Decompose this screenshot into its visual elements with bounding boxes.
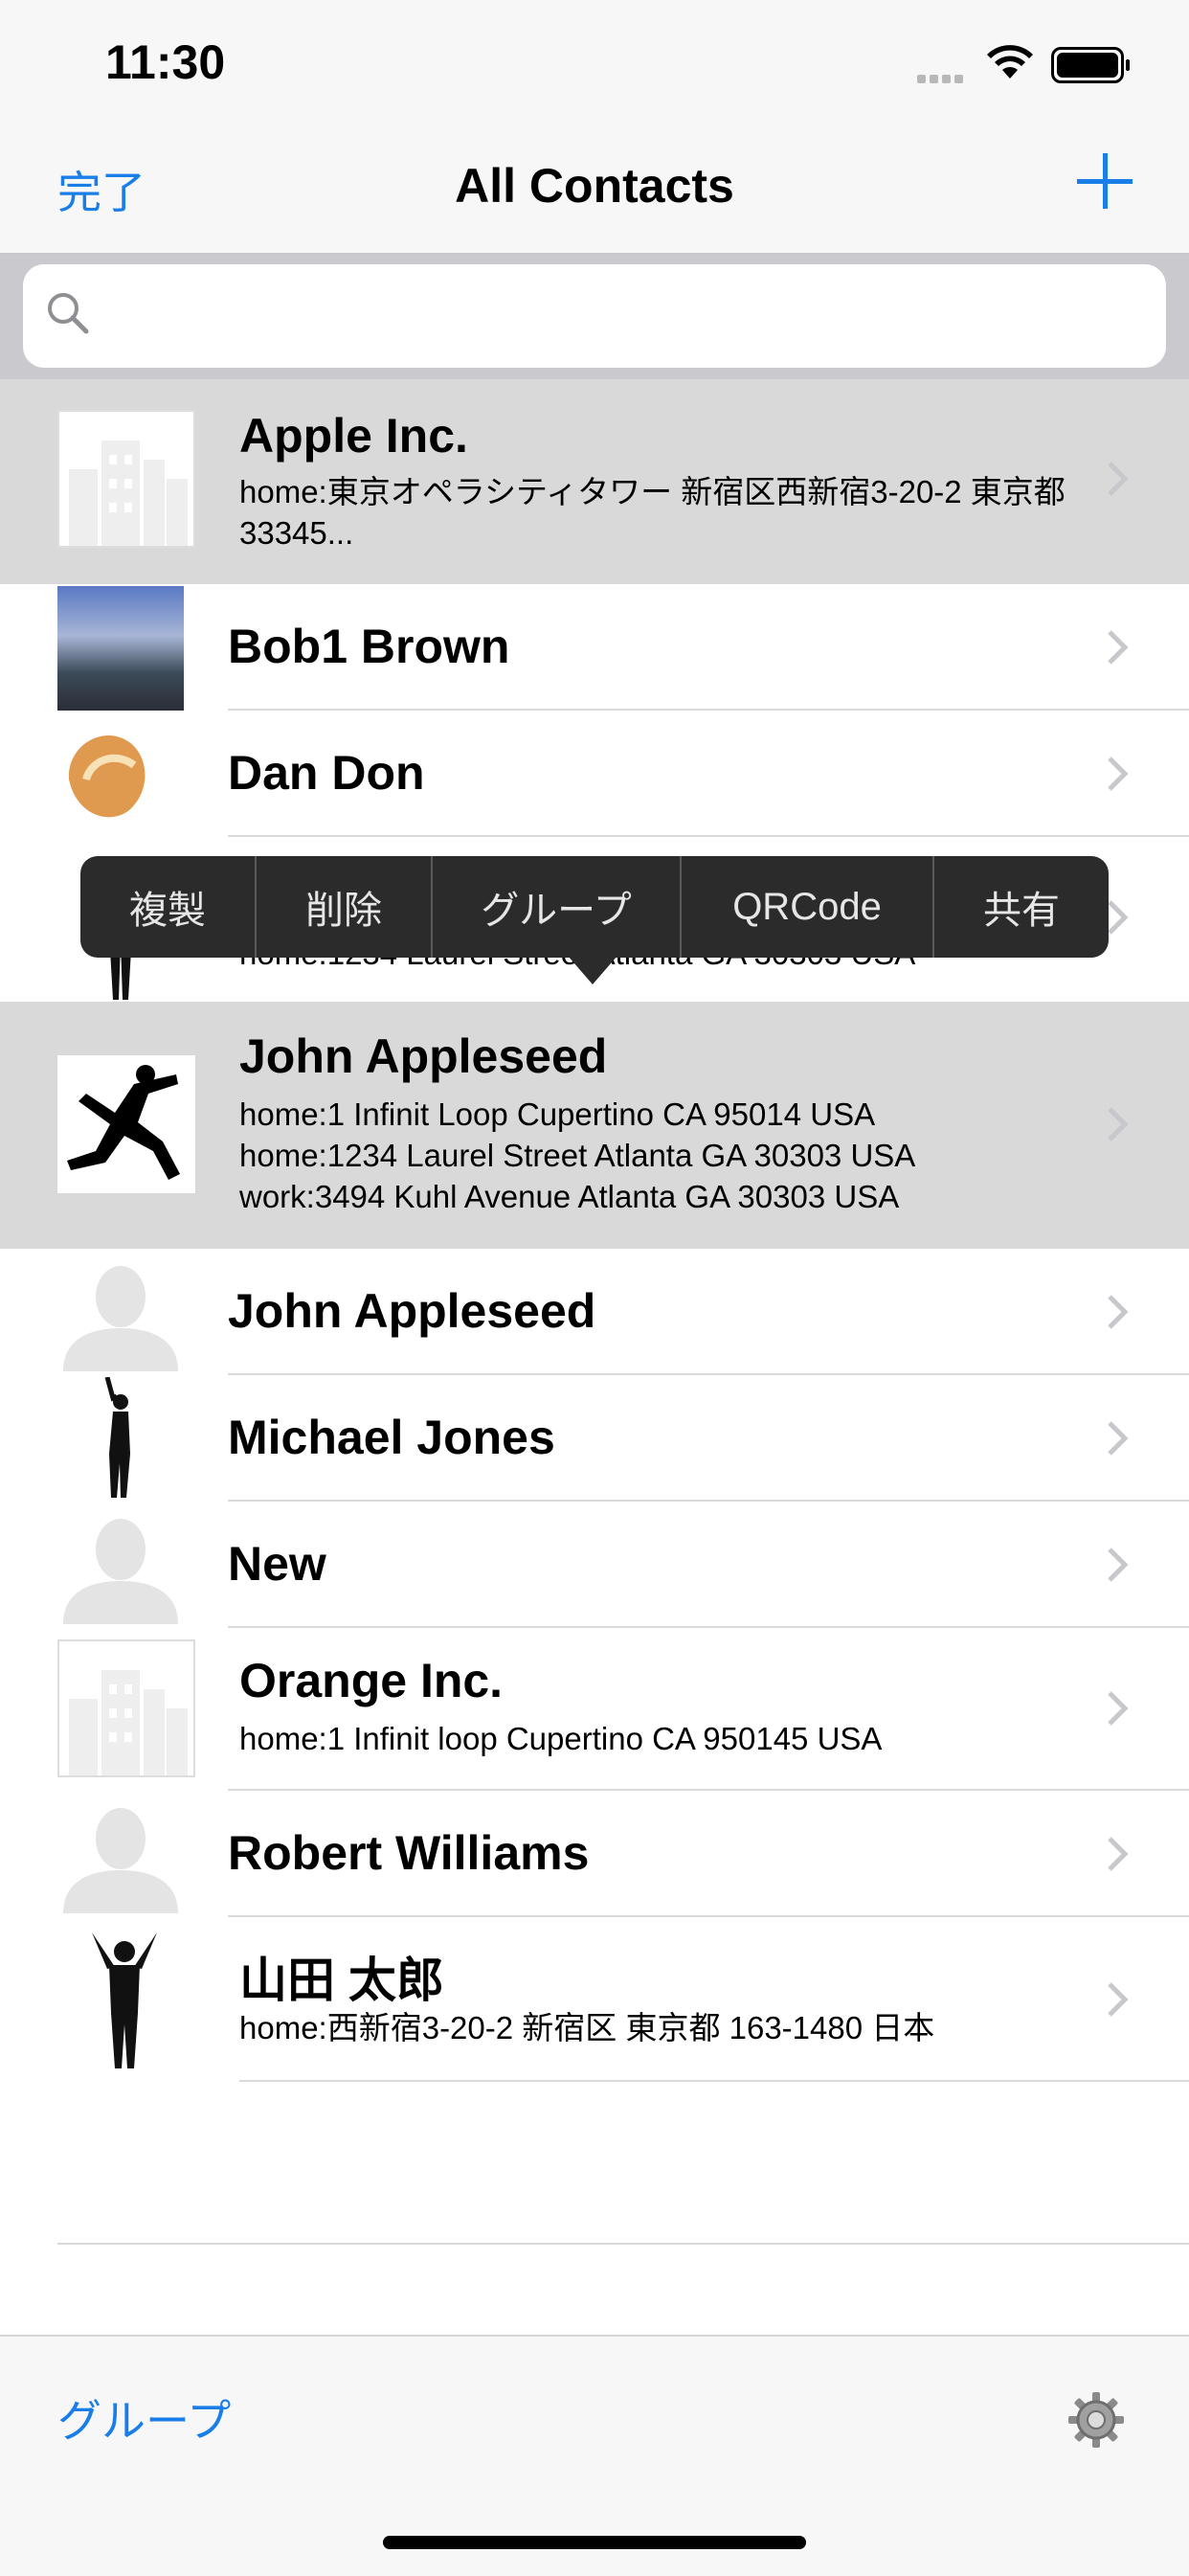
context-menu: 複製 削除 グループ QRCode 共有 bbox=[80, 856, 1109, 958]
chevron-right-icon bbox=[1108, 1982, 1129, 2017]
menu-item-group[interactable]: グループ bbox=[433, 856, 682, 958]
contact-name: John Appleseed bbox=[228, 1284, 596, 1338]
company-icon bbox=[57, 410, 195, 548]
contact-row[interactable]: John Appleseed bbox=[0, 1249, 1189, 1375]
contact-address: home:1 Infinit Loop Cupertino CA 95014 U… bbox=[239, 1096, 916, 1214]
contact-name: Apple Inc. bbox=[239, 409, 468, 463]
menu-item-duplicate[interactable]: 複製 bbox=[80, 856, 257, 958]
default-person-icon bbox=[63, 1519, 178, 1624]
contact-row[interactable]: Dan Don bbox=[0, 711, 1189, 837]
contact-name: John Appleseed bbox=[239, 1029, 608, 1083]
menu-item-share[interactable]: 共有 bbox=[934, 856, 1109, 958]
chevron-right-icon bbox=[1108, 630, 1129, 665]
menu-item-delete[interactable]: 削除 bbox=[257, 856, 433, 958]
search-icon bbox=[48, 293, 89, 334]
plus-icon[interactable] bbox=[1077, 153, 1133, 209]
chevron-right-icon bbox=[1108, 1295, 1129, 1329]
default-person-icon bbox=[63, 1808, 178, 1913]
contact-name: New bbox=[228, 1537, 326, 1591]
contact-name: Bob1 Brown bbox=[228, 620, 510, 673]
contact-name: 山田 太郎 bbox=[239, 1954, 444, 2007]
contact-name: Orange Inc. bbox=[239, 1654, 504, 1707]
contact-row[interactable]: Apple Inc. home:東京オペラシティタワー 新宿区西新宿3-20-2… bbox=[0, 379, 1189, 584]
chevron-right-icon bbox=[1108, 757, 1129, 791]
chevron-right-icon bbox=[1108, 1691, 1129, 1726]
chevron-right-icon bbox=[1108, 900, 1129, 935]
contact-name: Robert Williams bbox=[228, 1826, 590, 1880]
contact-row[interactable]: New bbox=[0, 1502, 1189, 1628]
contact-address: home:東京オペラシティタワー 新宿区西新宿3-20-2 東京都 33345.… bbox=[239, 474, 1066, 551]
avatar bbox=[92, 1932, 157, 2068]
groups-button[interactable]: グループ bbox=[57, 2386, 231, 2450]
divider bbox=[239, 2080, 1189, 2082]
search-input[interactable] bbox=[23, 264, 1166, 368]
chevron-right-icon bbox=[1108, 1107, 1129, 1141]
avatar bbox=[57, 586, 184, 711]
contact-row[interactable]: Bob1 Brown bbox=[0, 584, 1189, 711]
done-button[interactable]: 完了 bbox=[57, 158, 146, 221]
contact-address: home:西新宿3-20-2 新宿区 東京都 163-1480 日本 bbox=[239, 2010, 935, 2045]
page-title: All Contacts bbox=[455, 159, 734, 213]
navigation-bar: All Contacts 完了 bbox=[0, 126, 1189, 255]
wifi-icon bbox=[987, 45, 1033, 79]
default-person-icon bbox=[63, 1266, 178, 1371]
battery-icon bbox=[1051, 47, 1130, 83]
contact-name: Dan Don bbox=[228, 746, 425, 800]
home-indicator bbox=[383, 2536, 806, 2549]
company-icon bbox=[57, 1639, 195, 1777]
contact-name: Michael Jones bbox=[228, 1411, 555, 1464]
signal-icon bbox=[917, 71, 967, 88]
contact-row[interactable]: John Appleseed home:1 Infinit Loop Cuper… bbox=[0, 1002, 1189, 1249]
gear-icon[interactable] bbox=[1066, 2390, 1126, 2450]
contact-row[interactable]: Michael Jones bbox=[0, 1375, 1189, 1502]
contact-row[interactable]: Robert Williams bbox=[0, 1791, 1189, 1917]
chevron-right-icon bbox=[1108, 462, 1129, 496]
chevron-right-icon bbox=[1108, 1837, 1129, 1871]
menu-item-qrcode[interactable]: QRCode bbox=[682, 856, 934, 958]
avatar bbox=[57, 1055, 195, 1193]
status-time: 11:30 bbox=[105, 35, 226, 89]
status-bar: 11:30 bbox=[0, 0, 1189, 126]
chevron-right-icon bbox=[1108, 1421, 1129, 1456]
contact-row[interactable]: 山田 太郎 home:西新宿3-20-2 新宿区 東京都 163-1480 日本 bbox=[0, 1917, 1189, 2082]
contact-row[interactable]: Orange Inc. home:1 Infinit loop Cupertin… bbox=[0, 1628, 1189, 1791]
chevron-right-icon bbox=[1108, 1548, 1129, 1582]
avatar bbox=[68, 735, 146, 818]
context-menu-arrow bbox=[568, 956, 617, 984]
avatar bbox=[104, 1377, 130, 1498]
list-footer-divider bbox=[57, 2243, 1189, 2245]
contact-address: home:1 Infinit loop Cupertino CA 950145 … bbox=[239, 1721, 883, 1756]
